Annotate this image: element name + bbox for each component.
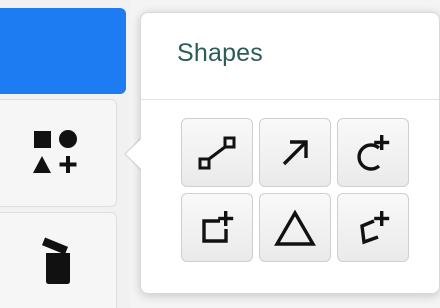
arrow-icon (275, 133, 315, 173)
delete-tool-button[interactable] (0, 212, 117, 308)
shapes-tool-button[interactable] (0, 99, 117, 207)
arrow-button[interactable] (259, 118, 331, 187)
triangle-icon (273, 208, 317, 248)
app-stage: Shapes (0, 0, 440, 308)
add-circle-button[interactable] (337, 118, 409, 187)
popover-title: Shapes (177, 39, 263, 67)
trash-icon (40, 237, 76, 285)
triangle-button[interactable] (259, 193, 331, 262)
add-polygon-icon (352, 207, 394, 249)
popover-divider (141, 99, 439, 100)
connector-line-icon (197, 133, 237, 173)
left-toolbar (0, 0, 130, 308)
add-circle-icon (352, 132, 394, 174)
shapes-grid (181, 118, 440, 262)
add-rectangle-icon (196, 207, 238, 249)
connector-line-button[interactable] (181, 118, 253, 187)
add-polygon-button[interactable] (337, 193, 409, 262)
shapes-popover: Shapes (140, 12, 440, 294)
active-tool-button[interactable] (0, 8, 126, 94)
add-rectangle-button[interactable] (181, 193, 253, 262)
popover-arrow-fill (126, 137, 143, 171)
shapes-icon (32, 128, 84, 178)
